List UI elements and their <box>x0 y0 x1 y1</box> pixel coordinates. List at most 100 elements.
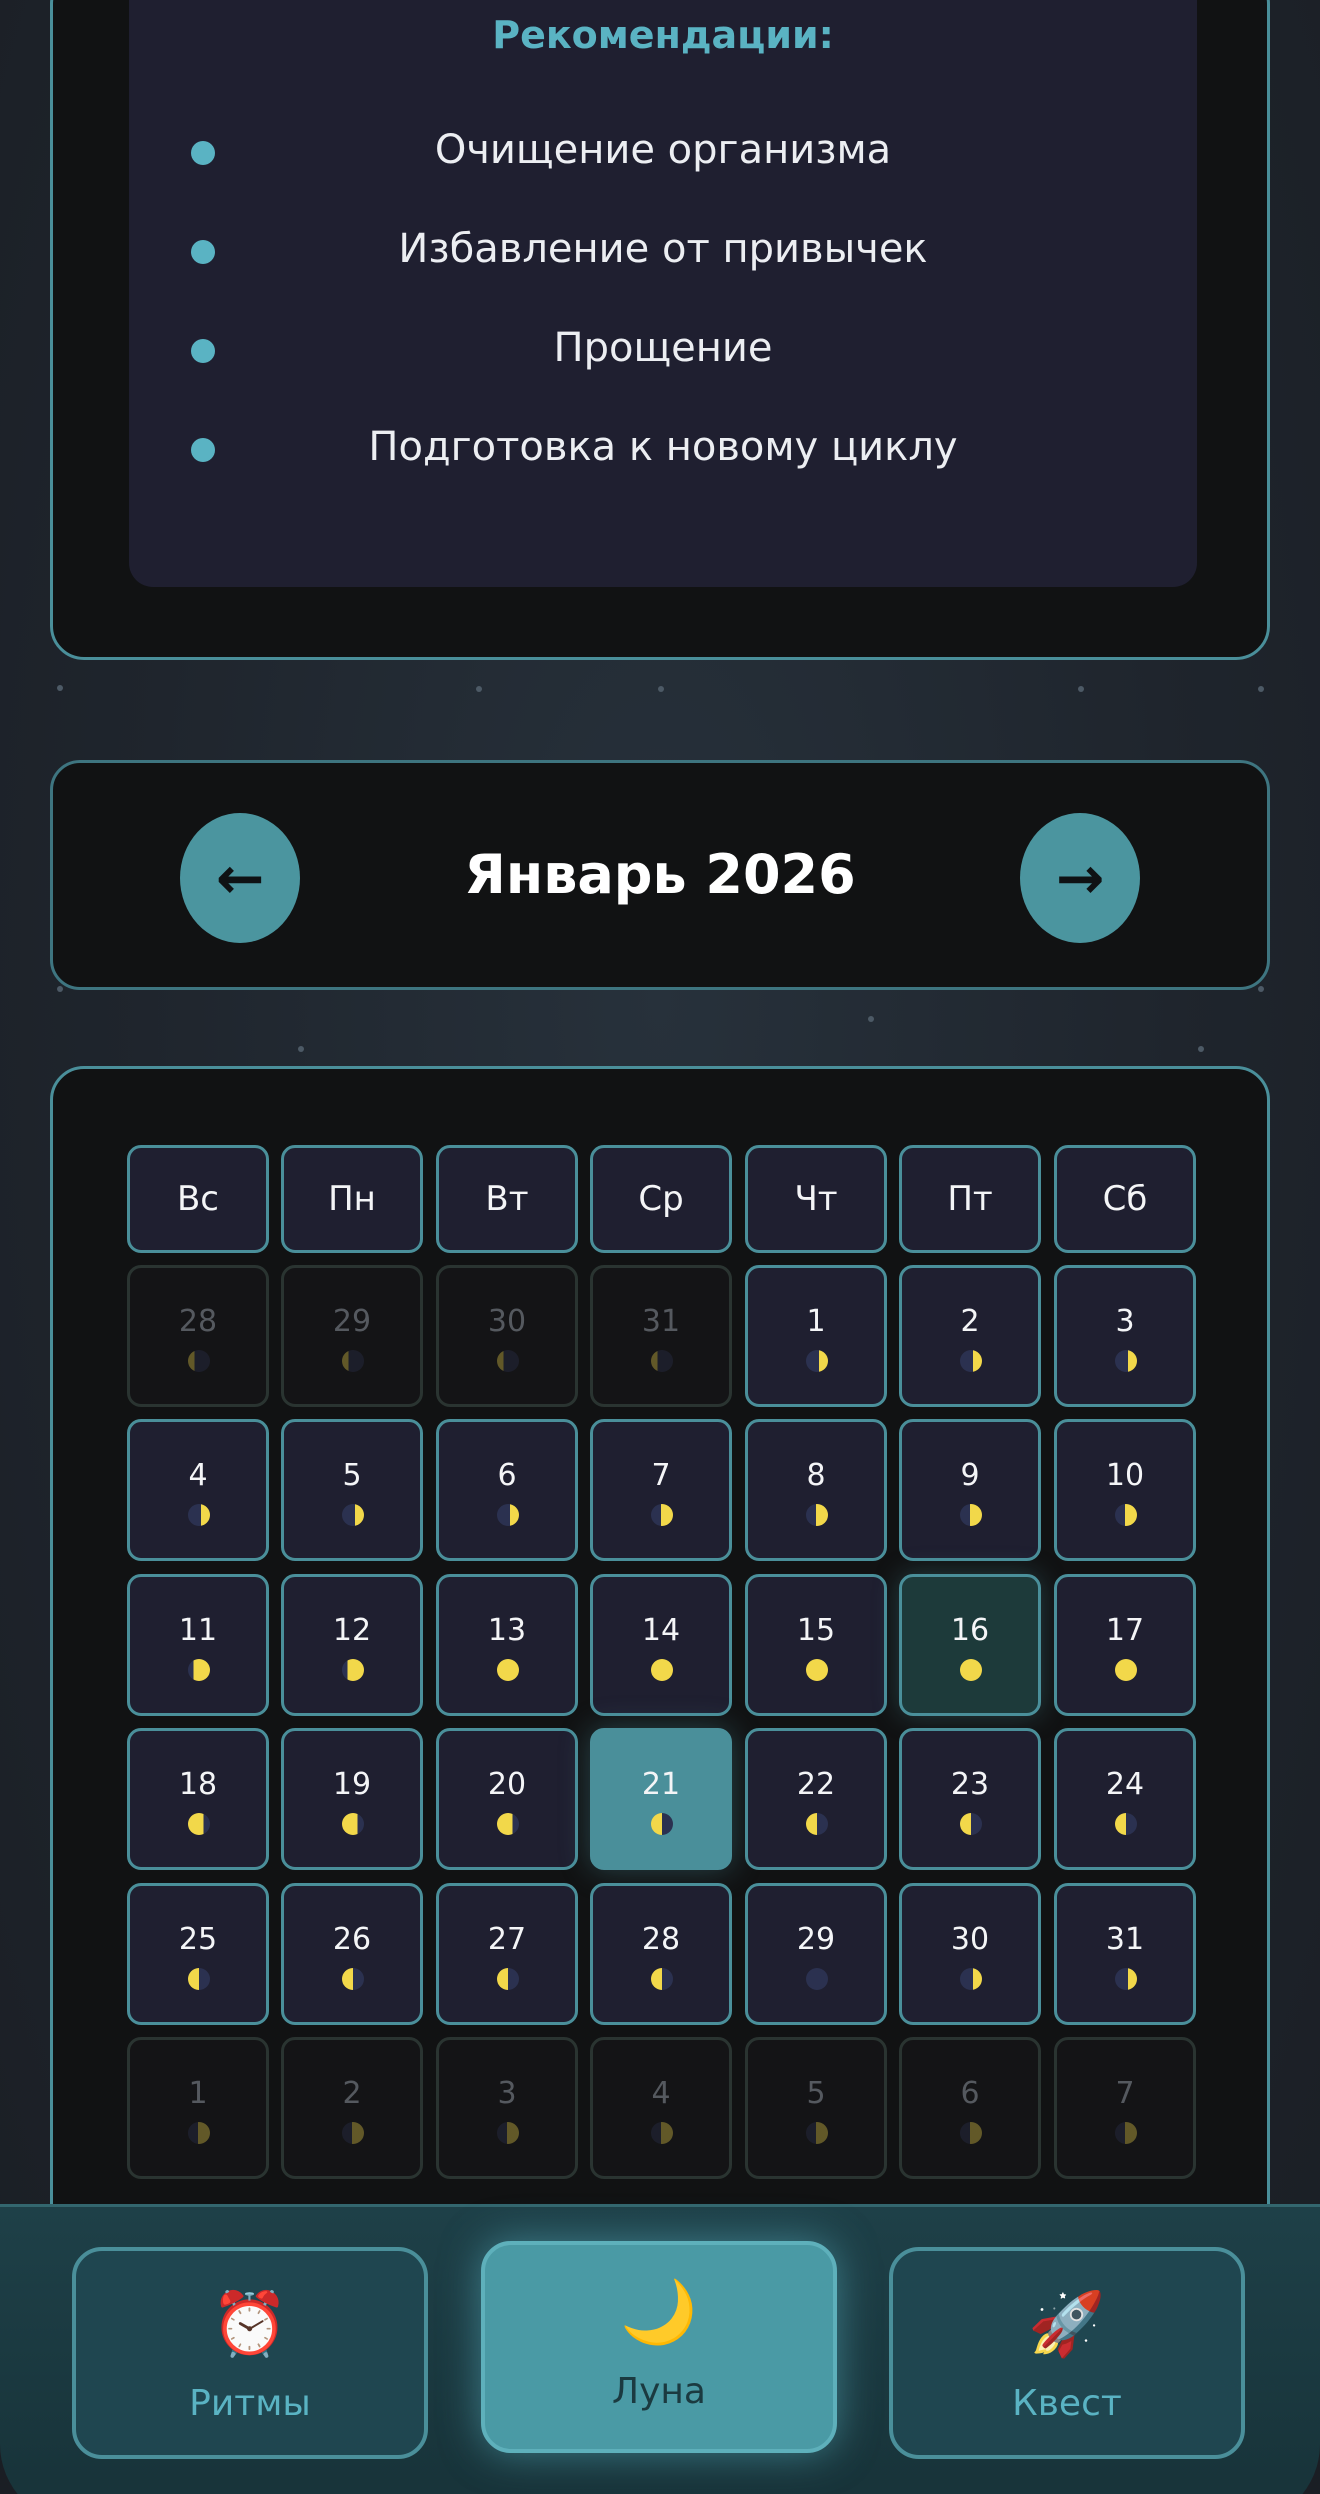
next-month-button[interactable]: → <box>1020 813 1140 943</box>
star-dot <box>57 986 63 992</box>
calendar-day[interactable]: 15 <box>745 1574 887 1716</box>
day-number: 23 <box>950 1767 990 1802</box>
calendar-day-today[interactable]: 21 <box>590 1728 732 1870</box>
moon-phase-icon <box>960 1659 982 1681</box>
arrow-right-icon: → <box>1055 844 1105 912</box>
calendar-day[interactable]: 7 <box>590 1419 732 1561</box>
moon-phase-icon <box>1115 1350 1137 1372</box>
tab-rhythms[interactable]: ⏰ Ритмы <box>72 2247 428 2459</box>
calendar-day[interactable]: 6 <box>899 2037 1041 2179</box>
calendar-day[interactable]: 14 <box>590 1574 732 1716</box>
calendar-day[interactable]: 29 <box>281 1265 423 1407</box>
day-number: 7 <box>1115 2076 1135 2111</box>
calendar-day[interactable]: 16 <box>899 1574 1041 1716</box>
day-number: 18 <box>178 1767 218 1802</box>
calendar-day[interactable]: 26 <box>281 1883 423 2025</box>
calendar-day[interactable]: 12 <box>281 1574 423 1716</box>
calendar-day[interactable]: 11 <box>127 1574 269 1716</box>
day-number: 29 <box>332 1304 372 1339</box>
calendar-day[interactable]: 17 <box>1054 1574 1196 1716</box>
day-number: 8 <box>806 1458 826 1493</box>
weekday-header-mon: Пн <box>281 1145 423 1253</box>
recommendation-text: Подготовка к новому циклу <box>368 424 958 470</box>
day-number: 6 <box>960 2076 980 2111</box>
day-number: 2 <box>342 2076 362 2111</box>
day-number: 5 <box>806 2076 826 2111</box>
calendar-day[interactable]: 1 <box>745 1265 887 1407</box>
calendar-day[interactable]: 4 <box>590 2037 732 2179</box>
calendar-day[interactable]: 5 <box>745 2037 887 2179</box>
calendar-day[interactable]: 5 <box>281 1419 423 1561</box>
calendar-day[interactable]: 3 <box>436 2037 578 2179</box>
day-number: 29 <box>796 1922 836 1957</box>
day-number: 5 <box>342 1458 362 1493</box>
calendar-day[interactable]: 1 <box>127 2037 269 2179</box>
rocket-icon: 🚀 <box>1028 2287 1106 2360</box>
moon-phase-icon <box>960 1504 982 1526</box>
month-navigation: ← Январь 2026 → <box>50 760 1270 990</box>
calendar-day[interactable]: 30 <box>899 1883 1041 2025</box>
calendar-day[interactable]: 22 <box>745 1728 887 1870</box>
calendar-day[interactable]: 20 <box>436 1728 578 1870</box>
calendar-day[interactable]: 18 <box>127 1728 269 1870</box>
calendar-day[interactable]: 9 <box>899 1419 1041 1561</box>
day-number: 15 <box>796 1613 836 1648</box>
day-number: 4 <box>188 1458 208 1493</box>
day-number: 30 <box>487 1304 527 1339</box>
moon-phase-icon <box>342 1968 364 1990</box>
calendar-day[interactable]: 28 <box>127 1265 269 1407</box>
moon-phase-icon <box>960 1813 982 1835</box>
moon-phase-icon <box>651 1350 673 1372</box>
crescent-moon-icon: 🌙 <box>620 2275 698 2348</box>
moon-phase-icon <box>188 1968 210 1990</box>
calendar-day[interactable]: 30 <box>436 1265 578 1407</box>
tab-moon[interactable]: 🌙 Луна <box>481 2241 837 2453</box>
day-number: 1 <box>188 2076 208 2111</box>
calendar-day[interactable]: 25 <box>127 1883 269 2025</box>
moon-phase-icon <box>651 1659 673 1681</box>
moon-phase-icon <box>342 1659 364 1681</box>
moon-phase-icon <box>1115 1504 1137 1526</box>
moon-phase-icon <box>960 1968 982 1990</box>
day-number: 28 <box>178 1304 218 1339</box>
calendar-day[interactable]: 7 <box>1054 2037 1196 2179</box>
calendar-day[interactable]: 31 <box>1054 1883 1196 2025</box>
calendar-day[interactable]: 2 <box>281 2037 423 2179</box>
day-number: 26 <box>332 1922 372 1957</box>
moon-phase-icon <box>188 1813 210 1835</box>
day-number: 24 <box>1105 1767 1145 1802</box>
calendar-day[interactable]: 19 <box>281 1728 423 1870</box>
calendar-day[interactable]: 2 <box>899 1265 1041 1407</box>
star-dot <box>1258 986 1264 992</box>
moon-phase-icon <box>806 1813 828 1835</box>
moon-phase-icon <box>342 2122 364 2144</box>
day-number: 30 <box>950 1922 990 1957</box>
day-number: 10 <box>1105 1458 1145 1493</box>
calendar-day[interactable]: 13 <box>436 1574 578 1716</box>
recommendations-title: Рекомендации: <box>492 13 834 57</box>
weekday-header-wed: Ср <box>590 1145 732 1253</box>
calendar-day[interactable]: 3 <box>1054 1265 1196 1407</box>
moon-phase-icon <box>960 1350 982 1372</box>
moon-phase-icon <box>342 1350 364 1372</box>
star-dot <box>298 1046 304 1052</box>
moon-phase-icon <box>651 1813 673 1835</box>
calendar-day[interactable]: 27 <box>436 1883 578 2025</box>
day-number: 17 <box>1105 1613 1145 1648</box>
weekday-header-sun: Вс <box>127 1145 269 1253</box>
calendar-day[interactable]: 8 <box>745 1419 887 1561</box>
calendar-day[interactable]: 23 <box>899 1728 1041 1870</box>
moon-phase-icon <box>188 1504 210 1526</box>
calendar-day[interactable]: 10 <box>1054 1419 1196 1561</box>
calendar-day[interactable]: 31 <box>590 1265 732 1407</box>
moon-phase-icon <box>188 1350 210 1372</box>
calendar-day[interactable]: 6 <box>436 1419 578 1561</box>
star-dot <box>658 686 664 692</box>
moon-phase-icon <box>188 1659 210 1681</box>
day-number: 27 <box>487 1922 527 1957</box>
calendar-day[interactable]: 24 <box>1054 1728 1196 1870</box>
calendar-day[interactable]: 4 <box>127 1419 269 1561</box>
calendar-day[interactable]: 28 <box>590 1883 732 2025</box>
tab-quest[interactable]: 🚀 Квест <box>889 2247 1245 2459</box>
calendar-day[interactable]: 29 <box>745 1883 887 2025</box>
